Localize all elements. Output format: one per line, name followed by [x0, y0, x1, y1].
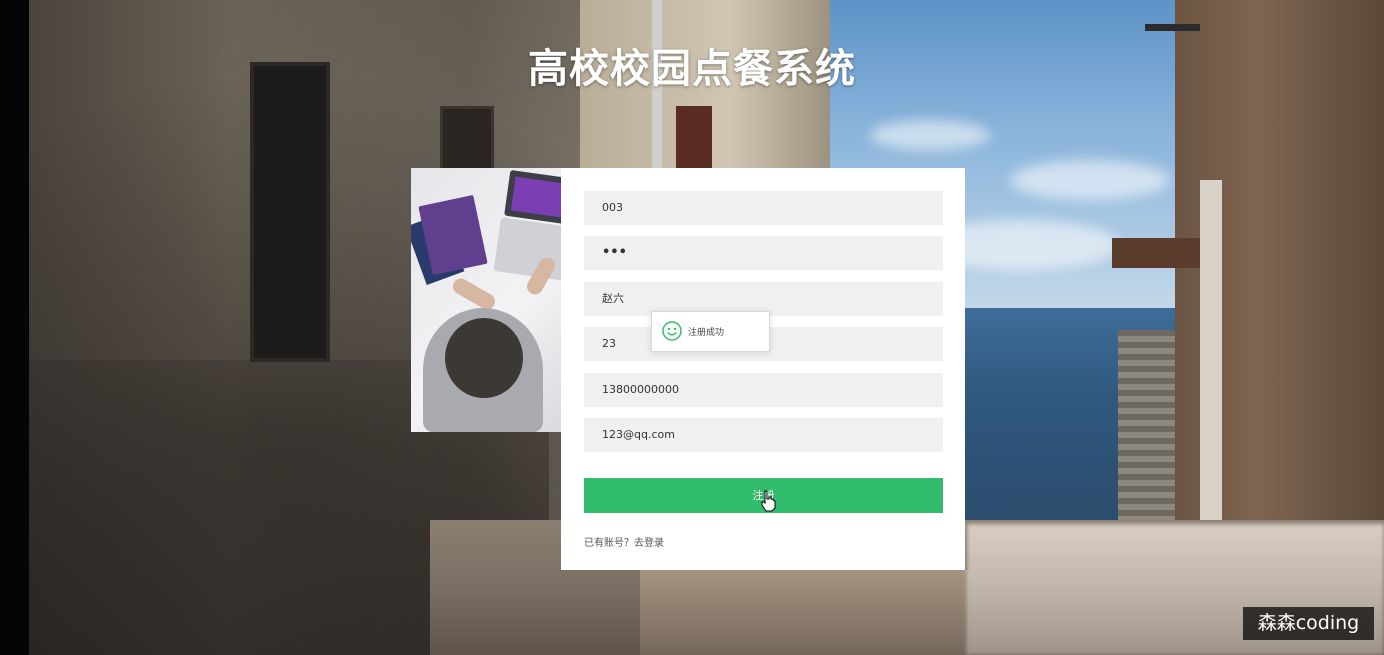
window [250, 62, 330, 362]
toast-message: 注册成功 [688, 328, 725, 338]
page-title: 高校校园点餐系统 [528, 46, 856, 92]
account-input[interactable]: 003 [584, 191, 943, 225]
awning [1112, 238, 1202, 268]
phone-input[interactable]: 13800000000 [584, 373, 943, 407]
watermark: 森森coding [1243, 607, 1374, 640]
success-toast: 注册成功 [651, 311, 770, 352]
sign-bar [1145, 24, 1200, 31]
login-link[interactable]: 已有账号？去登录 [584, 534, 664, 549]
street-highlight [640, 570, 970, 655]
side-illustration [411, 168, 561, 432]
pipe [1200, 180, 1222, 520]
window [440, 106, 494, 172]
password-input[interactable]: ••• [584, 236, 943, 270]
lamp [676, 106, 712, 168]
hand-cursor-icon [761, 490, 776, 512]
smile-icon [662, 321, 682, 341]
stone-tower [1118, 330, 1176, 530]
left-edge [0, 0, 29, 655]
email-input[interactable]: 123@qq.com [584, 418, 943, 452]
